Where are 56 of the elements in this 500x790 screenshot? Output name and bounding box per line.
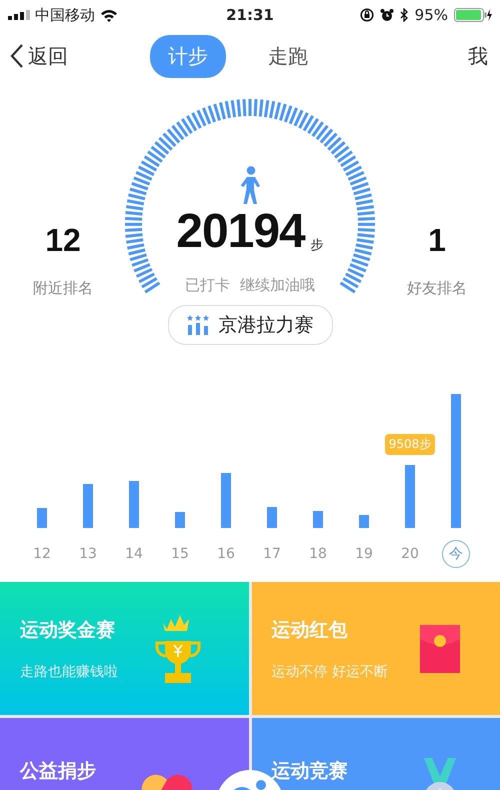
day-label[interactable]: 16 [212, 540, 240, 568]
profile-button[interactable]: 我 [468, 42, 488, 70]
tile-title: 运动竞赛 [272, 759, 348, 784]
trophy-icon [154, 612, 200, 684]
day-label[interactable]: 12 [28, 540, 56, 568]
tile-title: 运动奖金赛 [20, 618, 116, 642]
step-tooltip: 9508步 [384, 434, 436, 455]
event-button[interactable]: 京港拉力赛 [168, 305, 332, 345]
step-bar[interactable] [267, 507, 277, 528]
feature-tile[interactable]: 公益捐步 [0, 718, 248, 790]
day-label[interactable]: 20 [396, 540, 424, 568]
step-bar[interactable] [129, 481, 139, 528]
clock-time: 21:31 [226, 6, 274, 24]
day-label[interactable]: 今 [442, 540, 470, 568]
feature-tile[interactable]: 运动竞赛 [252, 718, 500, 790]
step-bar[interactable] [451, 394, 461, 528]
nearby-rank-value: 12 [45, 222, 81, 259]
day-label[interactable]: 14 [120, 540, 148, 568]
carrier: 中国移动 [35, 6, 95, 24]
step-bar[interactable] [37, 508, 47, 528]
rotation-lock-icon [360, 8, 374, 22]
tab[interactable]: 计步 [150, 34, 226, 78]
day-label[interactable]: 13 [74, 540, 102, 568]
envelope-icon [420, 624, 460, 672]
step-bar[interactable] [359, 515, 369, 528]
step-bar[interactable] [405, 465, 415, 528]
tile-subtitle: 运动不停 好运不断 [272, 662, 388, 680]
tab[interactable]: 走跑 [250, 34, 326, 78]
friend-rank-value: 1 [428, 222, 446, 259]
day-label[interactable]: 17 [258, 540, 286, 568]
signal-icon [8, 10, 30, 20]
tile-subtitle: 走路也能赚钱啦 [20, 662, 118, 680]
back-button[interactable]: 返回 [10, 42, 150, 70]
status-message: 已打卡 继续加油哦 [185, 276, 315, 295]
battery-charging-icon [454, 8, 492, 22]
step-bar[interactable] [175, 512, 185, 528]
day-label[interactable]: 18 [304, 540, 332, 568]
wifi-icon [100, 8, 118, 22]
step-bar[interactable] [221, 473, 231, 528]
day-label[interactable]: 19 [350, 540, 378, 568]
alarm-icon [380, 8, 394, 22]
step-bar[interactable] [313, 511, 323, 528]
feature-tile[interactable]: 运动奖金赛 走路也能赚钱啦 [0, 582, 248, 715]
step-count: 20194 [176, 208, 305, 256]
tile-title: 公益捐步 [20, 759, 96, 784]
day-label[interactable]: 15 [166, 540, 194, 568]
feature-tile[interactable]: 运动红包 运动不停 好运不断 [252, 582, 500, 715]
nearby-rank-label: 附近排名 [33, 279, 93, 298]
friend-rank-label: 好友排名 [407, 279, 467, 298]
battery-percent: 95% [414, 6, 448, 24]
tile-title: 运动红包 [272, 618, 348, 642]
bluetooth-icon [400, 8, 409, 22]
step-bar[interactable] [83, 484, 93, 528]
step-unit: 步 [310, 237, 324, 254]
ranking-bars-icon [186, 315, 208, 335]
chevron-left-icon [10, 43, 24, 69]
